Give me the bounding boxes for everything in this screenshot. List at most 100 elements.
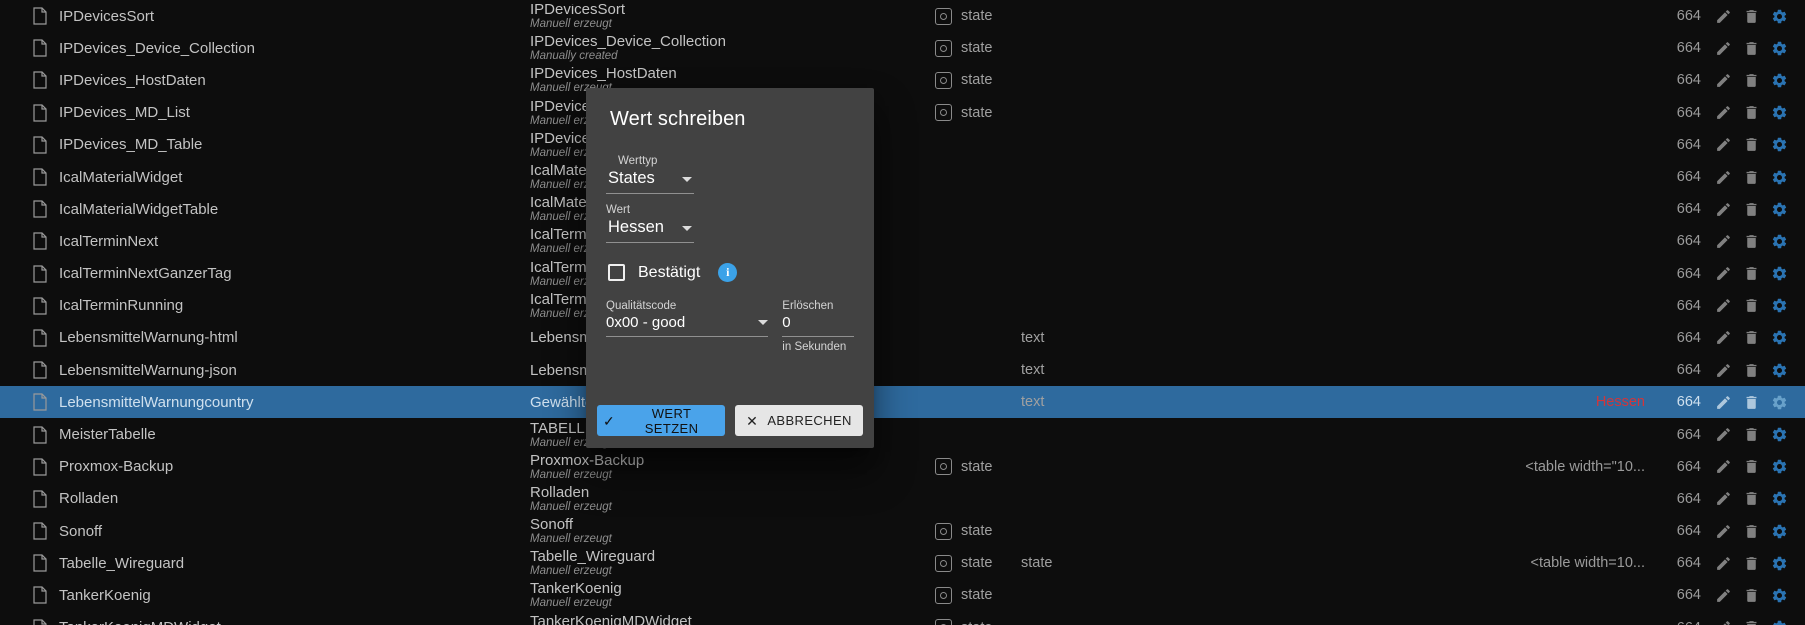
gear-icon[interactable]	[1771, 523, 1788, 540]
gear-icon[interactable]	[1771, 297, 1788, 314]
edit-icon[interactable]	[1715, 394, 1732, 411]
gear-icon[interactable]	[1771, 104, 1788, 121]
delete-icon[interactable]	[1743, 555, 1760, 572]
object-name-label: Proxmox-Backup	[530, 451, 645, 469]
edit-icon[interactable]	[1715, 201, 1732, 218]
confirmed-checkbox[interactable]	[608, 264, 625, 281]
edit-icon[interactable]	[1715, 490, 1732, 507]
edit-icon[interactable]	[1715, 72, 1732, 89]
gear-icon[interactable]	[1771, 265, 1788, 282]
edit-icon[interactable]	[1715, 329, 1732, 346]
edit-icon[interactable]	[1715, 619, 1732, 625]
object-name-cell: IPDevices_Device_Collection Manually crea…	[530, 33, 935, 63]
delete-icon[interactable]	[1743, 8, 1760, 25]
quality-code-select[interactable]: 0x00 - good	[606, 314, 769, 337]
edit-icon[interactable]	[1715, 265, 1732, 282]
edit-icon[interactable]	[1715, 297, 1732, 314]
edit-icon[interactable]	[1715, 458, 1732, 475]
delete-icon[interactable]	[1743, 394, 1760, 411]
delete-icon[interactable]	[1743, 523, 1760, 540]
gear-icon[interactable]	[1771, 40, 1788, 57]
object-type-cell	[935, 201, 1021, 218]
table-row[interactable]: IcalTerminRunningIcalTerminRunningManuel…	[0, 290, 1805, 322]
info-icon[interactable]: i	[718, 263, 738, 282]
delete-icon[interactable]	[1743, 362, 1760, 379]
table-row[interactable]: MeisterTabelleTABELLEN.MeisterTabelManue…	[0, 418, 1805, 450]
table-row[interactable]: LebensmittelWarnung-jsonLebensmittel-War…	[0, 354, 1805, 386]
delete-icon[interactable]	[1743, 104, 1760, 121]
gear-icon[interactable]	[1771, 555, 1788, 572]
delete-icon[interactable]	[1743, 458, 1760, 475]
delete-icon[interactable]	[1743, 426, 1760, 443]
edit-icon[interactable]	[1715, 426, 1732, 443]
gear-icon[interactable]	[1771, 394, 1788, 411]
table-row[interactable]: IPDevices_Device_Collection IPDevices_Dev…	[0, 32, 1805, 64]
delete-icon[interactable]	[1743, 201, 1760, 218]
edit-icon[interactable]	[1715, 104, 1732, 121]
table-row[interactable]: LebensmittelWarnungcountry Gewähltes Land…	[0, 386, 1805, 419]
edit-icon[interactable]	[1715, 8, 1732, 25]
table-row[interactable]: Tabelle_Wireguard Tabelle_Wireguard Manuel…	[0, 547, 1805, 579]
table-row[interactable]: IPDevicesSort IPDevicesSort Manuell erzeug…	[0, 0, 1805, 32]
delete-icon[interactable]	[1743, 587, 1760, 604]
gear-icon[interactable]	[1771, 362, 1788, 379]
table-row[interactable]: IPDevices_MD_ListIPDevices_MD_ListManuel…	[0, 97, 1805, 129]
delete-icon[interactable]	[1743, 169, 1760, 186]
delete-icon[interactable]	[1743, 619, 1760, 625]
object-id-cell: Tabelle_Wireguard	[0, 554, 530, 572]
edit-icon[interactable]	[1715, 523, 1732, 540]
table-row[interactable]: LebensmittelWarnung-htmlLebensmittel-War…	[0, 322, 1805, 354]
table-row[interactable]: TankerKoenig TankerKoenig Manuell erzeugt s…	[0, 579, 1805, 611]
object-type-cell	[935, 233, 1021, 250]
expire-input[interactable]: 0	[782, 314, 854, 337]
object-type-cell	[935, 490, 1021, 507]
gear-icon[interactable]	[1771, 233, 1788, 250]
delete-icon[interactable]	[1743, 233, 1760, 250]
object-role-cell: text	[1021, 329, 1045, 346]
delete-icon[interactable]	[1743, 329, 1760, 346]
table-row[interactable]: Proxmox-Backup Proxmox-Backup Manuell erze…	[0, 451, 1805, 483]
edit-icon[interactable]	[1715, 136, 1732, 153]
edit-icon[interactable]	[1715, 40, 1732, 57]
cancel-button[interactable]: ✕ ABBRECHEN	[735, 405, 863, 436]
edit-icon[interactable]	[1715, 362, 1732, 379]
object-type-cell: state	[935, 586, 1021, 604]
gear-icon[interactable]	[1771, 490, 1788, 507]
delete-icon[interactable]	[1743, 72, 1760, 89]
table-row[interactable]: TankerKoenigMDWidgetTankerKoenigMDWidget…	[0, 612, 1805, 625]
table-row[interactable]: IPDevices_HostDaten IPDevices_HostDaten Ma…	[0, 64, 1805, 96]
object-type-cell	[935, 136, 1021, 153]
gear-icon[interactable]	[1771, 426, 1788, 443]
value-type-select[interactable]: States	[606, 169, 694, 194]
gear-icon[interactable]	[1771, 329, 1788, 346]
object-type-cell	[935, 426, 1021, 443]
gear-icon[interactable]	[1771, 587, 1788, 604]
edit-icon[interactable]	[1715, 233, 1732, 250]
set-value-button[interactable]: ✓ WERT SETZEN	[597, 405, 725, 436]
table-row[interactable]: IcalTerminNextGanzerTagIcalTerminNextGan…	[0, 258, 1805, 290]
row-actions	[1701, 40, 1788, 57]
delete-icon[interactable]	[1743, 136, 1760, 153]
gear-icon[interactable]	[1771, 201, 1788, 218]
edit-icon[interactable]	[1715, 555, 1732, 572]
gear-icon[interactable]	[1771, 169, 1788, 186]
delete-icon[interactable]	[1743, 297, 1760, 314]
table-row[interactable]: IPDevices_MD_TableIPDevices_MD_TableManu…	[0, 129, 1805, 161]
gear-icon[interactable]	[1771, 619, 1788, 625]
delete-icon[interactable]	[1743, 490, 1760, 507]
table-row[interactable]: Sonoff Sonoff Manuell erzeugt state 664	[0, 515, 1805, 547]
edit-icon[interactable]	[1715, 169, 1732, 186]
edit-icon[interactable]	[1715, 587, 1732, 604]
table-row[interactable]: IcalTerminNext IcalTerminNext Manuell erze…	[0, 225, 1805, 257]
table-row[interactable]: IcalMaterialWidgetTableIcalMaterialWidge…	[0, 193, 1805, 225]
gear-icon[interactable]	[1771, 8, 1788, 25]
table-row[interactable]: Rolladen Rolladen Manuell erzeugt 664	[0, 483, 1805, 515]
value-select[interactable]: Hessen	[606, 218, 694, 243]
object-type-label: state	[961, 104, 993, 121]
table-row[interactable]: IcalMaterialWidgetIcalMaterialWidgetManu…	[0, 161, 1805, 193]
delete-icon[interactable]	[1743, 40, 1760, 57]
gear-icon[interactable]	[1771, 136, 1788, 153]
delete-icon[interactable]	[1743, 265, 1760, 282]
gear-icon[interactable]	[1771, 72, 1788, 89]
gear-icon[interactable]	[1771, 458, 1788, 475]
